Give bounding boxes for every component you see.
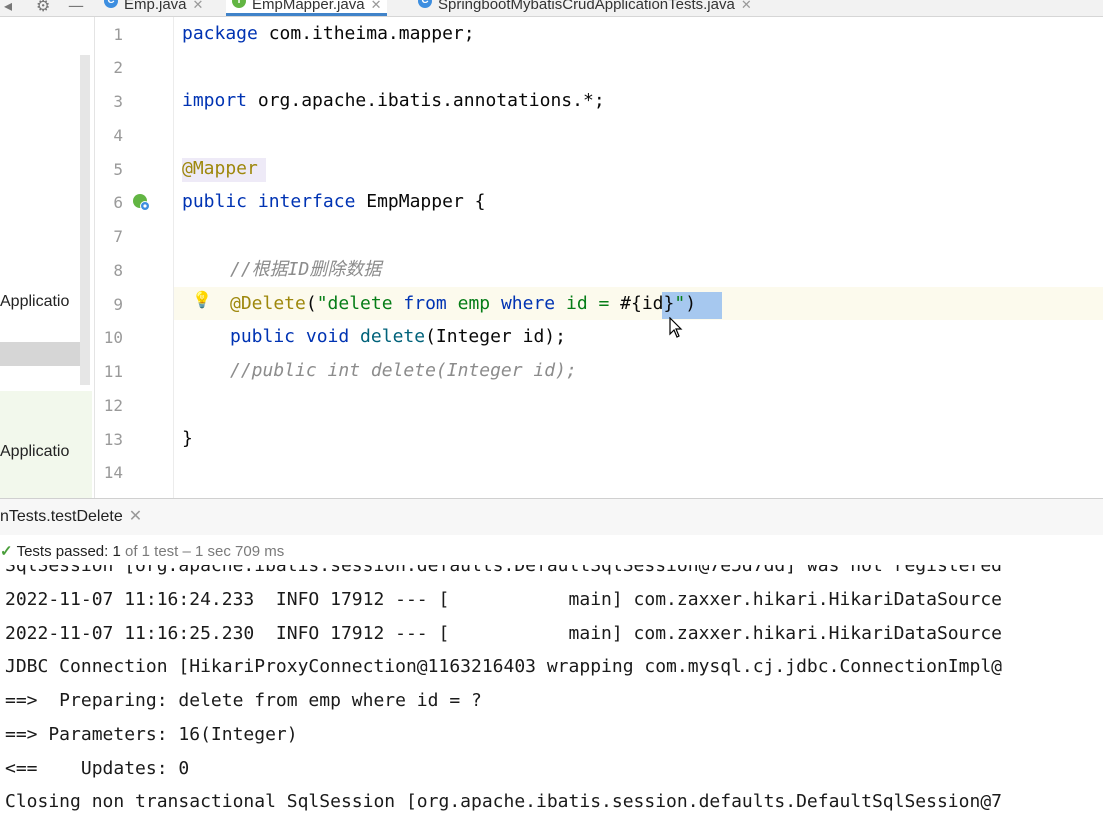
keyword: public [230,326,296,347]
project-panel-scrollbar[interactable] [80,55,90,385]
code-text: ) [685,293,697,314]
keyword: package [182,23,258,44]
line-number: 7 [113,227,123,246]
code-line-13[interactable]: } [182,428,193,450]
line-number: 14 [103,463,123,482]
code-line-11[interactable]: //public int delete(Integer id); [230,360,577,382]
keyword: interface [247,191,356,212]
annotation: @Mapper [182,158,258,179]
line-number: 5 [113,160,123,179]
close-icon[interactable]: ✕ [129,508,142,525]
tab-empmapper-java[interactable]: I EmpMapper.java ✕ [226,0,388,16]
keyword: public [182,191,248,212]
code-line-3[interactable]: import org.apache.ibatis.annotations.*; [182,90,605,112]
line-number: 2 [113,58,123,77]
line-number: 8 [113,261,123,280]
console-line: <== Updates: 0 [5,758,190,779]
selected-tree-item[interactable] [0,342,80,366]
console-line: JDBC Connection [HikariProxyConnection@1… [5,656,1002,677]
code-line-6[interactable]: public interface EmpMapper { [182,191,485,213]
string-literal: "delete [316,293,404,314]
selected-placeholder: #{id} [620,293,675,314]
comment: //根据ID删除数据 [230,259,382,280]
sql-keyword: where [500,293,556,314]
tree-item-application[interactable]: Applicatio [0,443,69,461]
mouse-cursor-icon [669,317,683,338]
minimize-icon[interactable]: — [68,0,84,15]
line-number: 13 [103,430,123,449]
check-icon: ✓ [0,543,13,560]
class-icon: C [418,0,432,8]
line-number: 4 [113,126,123,145]
close-icon[interactable]: ✕ [371,0,382,12]
editor-gutter [95,17,174,498]
code-text: (Integer id); [425,326,566,347]
code-line-1[interactable]: package com.itheima.mapper; [182,23,475,45]
interface-icon: I [232,0,246,8]
tab-label: SpringbootMybatisCrudApplicationTests.ja… [438,0,735,13]
keyword: import [182,90,248,111]
close-icon[interactable]: ✕ [193,0,204,12]
tab-emp-java[interactable]: C Emp.java ✕ [104,0,203,16]
code-text: ( [305,293,317,314]
keyword: void [295,326,350,347]
line-number: 11 [103,362,123,381]
code-text: EmpMapper { [355,191,486,212]
code-line-10[interactable]: public void delete(Integer id); [230,326,566,348]
tab-label: Emp.java [124,0,187,13]
class-icon: C [104,0,118,8]
close-icon[interactable]: ✕ [741,0,752,12]
string-literal: id = [555,293,621,314]
editor-tab-bar: ◂ ⚙ — C Emp.java ✕ I EmpMapper.java ✕ C Sprin… [0,0,1103,17]
tab-application-tests-java[interactable]: C SpringbootMybatisCrudApplicationTests.j… [418,0,752,16]
string-literal: emp [446,293,501,314]
code-text: } [182,428,193,449]
line-number: 12 [103,396,123,415]
console-line: 2022-11-07 11:16:25.230 INFO 17912 --- [… [5,623,1002,644]
console-line: Closing non transactional SqlSession [or… [5,791,1002,812]
run-tab[interactable]: nTests.testDelete ✕ [0,506,142,526]
console-line: SqlSession [org.apache.ibatis.session.de… [5,565,1002,576]
console-line: ==> Preparing: delete from emp where id … [5,690,482,711]
line-number: 1 [113,25,123,44]
method-name: delete [349,326,426,347]
console-line: 2022-11-07 11:16:24.233 INFO 17912 --- [… [5,589,1002,610]
project-panel: Applicatio Applicatio [0,17,95,498]
sql-keyword: from [403,293,447,314]
line-number: 9 [113,295,123,314]
tree-item-application[interactable]: Applicatio [0,293,69,311]
tab-label: EmpMapper.java [252,0,365,13]
lightbulb-icon[interactable]: 💡 [192,290,212,310]
line-number: 10 [103,328,123,347]
comment: //public int delete(Integer id); [230,360,577,381]
code-text: org.apache.ibatis.annotations.*; [247,90,605,111]
status-label: Tests passed: [16,543,109,560]
annotation: @Delete [230,293,306,314]
run-tab-label: nTests.testDelete [0,508,123,525]
collapse-icon[interactable]: ◂ [4,0,12,15]
run-tool-window-header [0,498,1103,536]
status-detail: of 1 test – 1 sec 709 ms [124,543,285,560]
line-number: 3 [113,92,123,111]
code-line-5[interactable]: @Mapper [182,158,258,180]
console-output[interactable]: SqlSession [org.apache.ibatis.session.de… [0,565,1103,825]
code-line-8[interactable]: //根据ID删除数据 [230,259,381,281]
line-number: 6 [113,193,123,212]
test-status: ✓ Tests passed: 1 of 1 test – 1 sec 709 m… [0,542,284,560]
console-line: ==> Parameters: 16(Integer) [5,724,298,745]
gear-icon[interactable]: ⚙ [36,0,50,15]
implemented-interface-gutter-icon[interactable] [131,192,151,212]
code-line-9[interactable]: @Delete("delete from emp where id = #{id… [230,293,696,315]
status-count: 1 [112,543,121,560]
string-literal: " [674,293,686,314]
code-text: com.itheima.mapper; [257,23,475,44]
